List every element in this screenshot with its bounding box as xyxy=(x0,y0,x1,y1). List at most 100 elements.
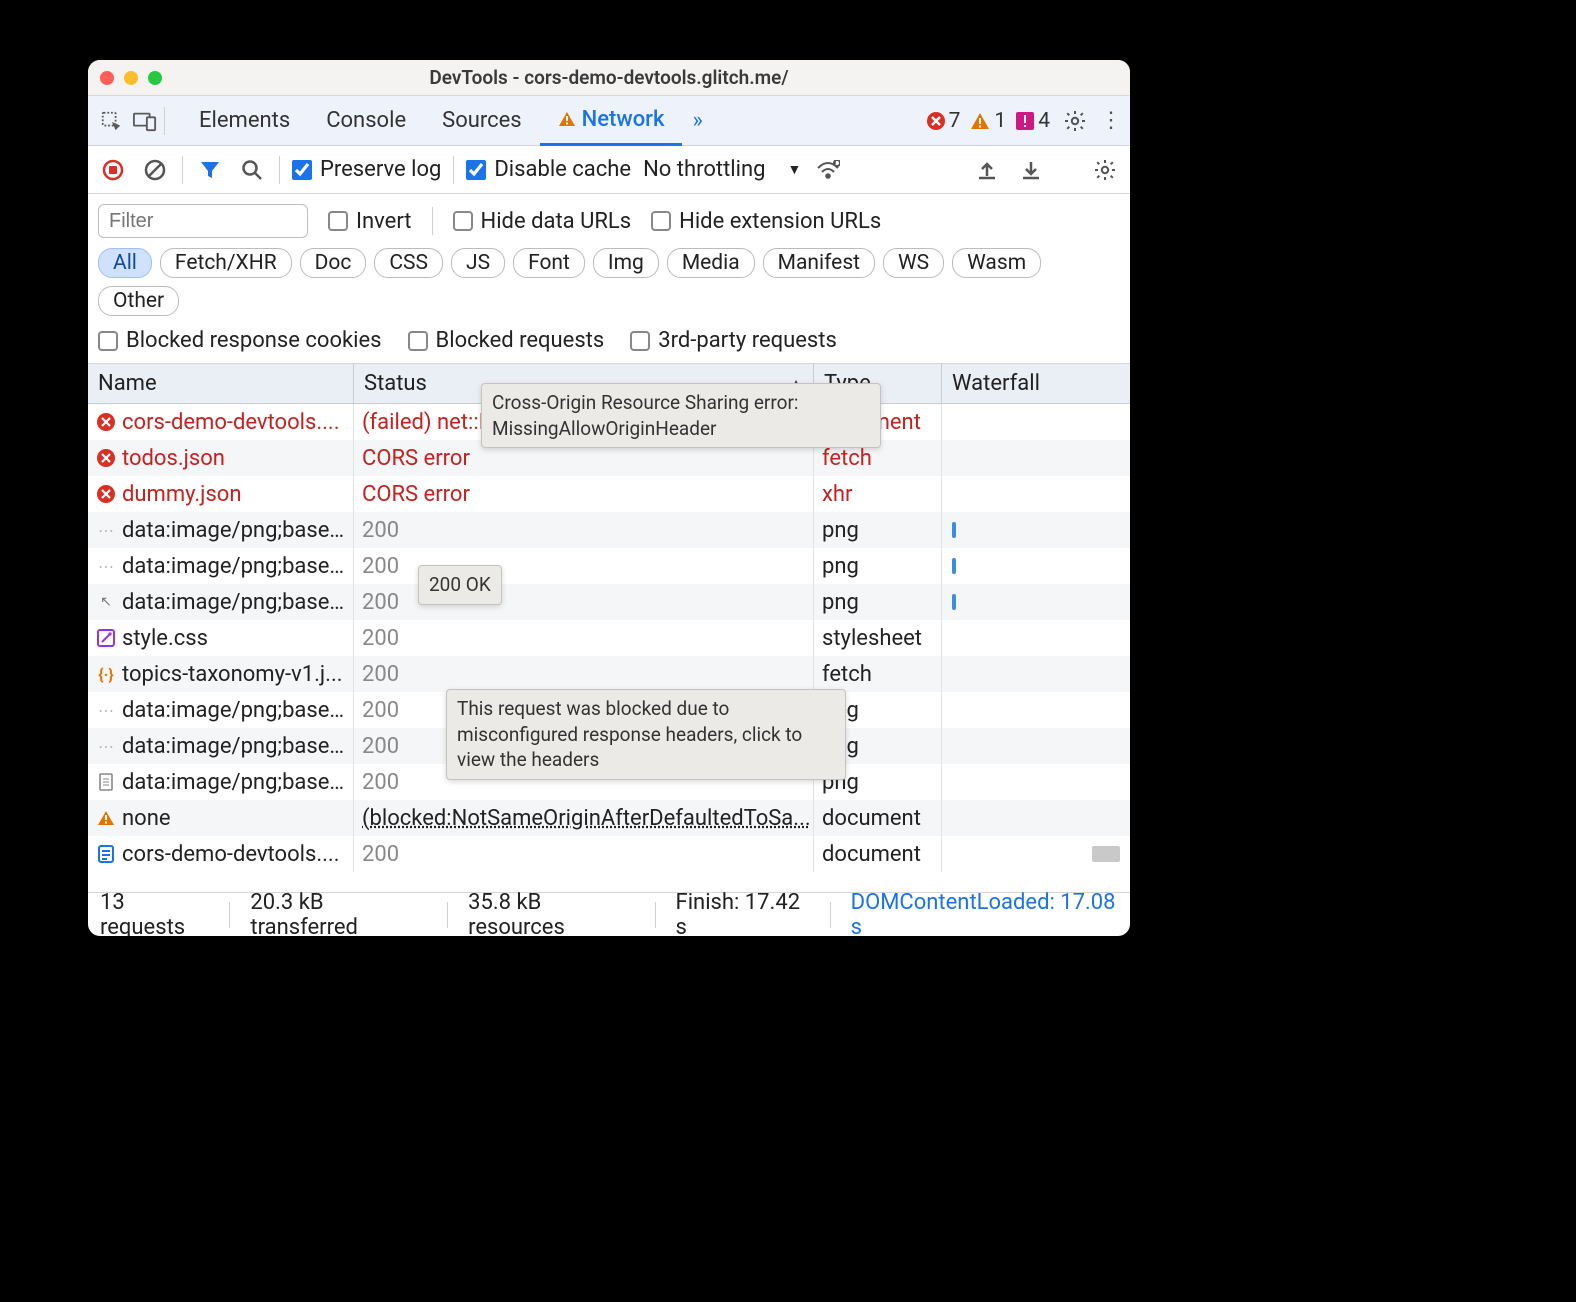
error-icon xyxy=(96,413,116,431)
blocked-requests-checkbox[interactable]: Blocked requests xyxy=(408,328,605,353)
request-status: CORS error xyxy=(362,482,470,507)
cursor-icon: ↖ xyxy=(96,594,116,610)
chip-img[interactable]: Img xyxy=(593,248,659,278)
more-icon[interactable]: ⋮ xyxy=(1100,108,1122,133)
hide-ext-urls-checkbox[interactable]: Hide extension URLs xyxy=(651,209,881,234)
panel-tabstrip: ElementsConsoleSourcesNetwork » 7 1 4 ⋮ xyxy=(88,96,1130,146)
filter-icon[interactable] xyxy=(195,155,225,185)
chip-media[interactable]: Media xyxy=(667,248,755,278)
request-status: 200 xyxy=(362,698,399,723)
tooltip-blocked: This request was blocked due to misconfi… xyxy=(446,689,846,780)
network-toolbar: Preserve log Disable cache No throttling… xyxy=(88,146,1130,194)
record-button[interactable] xyxy=(98,155,128,185)
request-name: cors-demo-devtools.... xyxy=(122,410,340,435)
dash-icon: ⋯ xyxy=(96,557,116,576)
chip-ws[interactable]: WS xyxy=(883,248,944,278)
table-row[interactable]: ⋯data:image/png;base...200png xyxy=(88,512,1130,548)
table-row[interactable]: ↖data:image/png;base...200png xyxy=(88,584,1130,620)
tab-console[interactable]: Console xyxy=(308,96,424,146)
table-row[interactable]: none(blocked:NotSameOriginAfterDefaulted… xyxy=(88,800,1130,836)
throttling-select[interactable]: No throttling ▼ xyxy=(643,157,801,182)
filter-input[interactable] xyxy=(98,204,308,238)
resource-type-chips: All Fetch/XHR DocCSS JS Font Img Media Manifest… xyxy=(88,242,1130,322)
blocked-cookies-checkbox[interactable]: Blocked response cookies xyxy=(98,328,382,353)
invert-checkbox[interactable]: Invert xyxy=(328,209,412,234)
preserve-log-checkbox[interactable]: Preserve log xyxy=(292,157,441,182)
request-status: 200 xyxy=(362,626,399,651)
table-row[interactable]: style.css200stylesheet xyxy=(88,620,1130,656)
footer-dcl[interactable]: DOMContentLoaded: 17.08 s xyxy=(851,890,1118,937)
inspect-icon[interactable] xyxy=(96,106,126,136)
json-icon: {·} xyxy=(96,665,116,684)
request-type: fetch xyxy=(822,446,872,471)
chevron-down-icon: ▼ xyxy=(787,161,801,178)
chip-fetch-xhr[interactable]: Fetch/XHR xyxy=(160,248,292,278)
chip-font[interactable]: Font xyxy=(513,248,585,278)
hide-data-urls-checkbox[interactable]: Hide data URLs xyxy=(453,209,632,234)
request-type: xhr xyxy=(822,482,853,507)
waterfall-cell xyxy=(942,476,1130,512)
chip-css[interactable]: CSS xyxy=(374,248,443,278)
request-status: 200 xyxy=(362,590,399,615)
chip-all[interactable]: All xyxy=(98,248,152,278)
footer-finish: Finish: 17.42 s xyxy=(676,890,810,937)
table-row[interactable]: ⋯data:image/png;base...200png xyxy=(88,548,1130,584)
request-name: data:image/png;base... xyxy=(122,770,345,795)
minimize-icon[interactable] xyxy=(124,71,138,85)
error-icon xyxy=(927,112,945,130)
waterfall-cell xyxy=(942,800,1130,836)
chip-doc[interactable]: Doc xyxy=(300,248,367,278)
maximize-icon[interactable] xyxy=(148,71,162,85)
third-party-checkbox[interactable]: 3rd-party requests xyxy=(630,328,837,353)
waterfall-cell xyxy=(942,656,1130,692)
error-icon xyxy=(96,449,116,467)
warning-icon xyxy=(970,112,990,130)
tooltip-cors-error: Cross-Origin Resource Sharing error: Mis… xyxy=(481,383,881,448)
chip-other[interactable]: Other xyxy=(98,286,179,316)
footer-transferred: 20.3 kB transferred xyxy=(250,890,427,937)
device-toggle-icon[interactable] xyxy=(130,106,160,136)
footer-requests: 13 requests xyxy=(100,890,209,937)
request-type: stylesheet xyxy=(822,626,922,651)
separator xyxy=(432,207,433,235)
tab-network[interactable]: Network xyxy=(540,96,683,146)
separator xyxy=(655,902,656,928)
table-row[interactable]: {·}topics-taxonomy-v1.j...200fetch xyxy=(88,656,1130,692)
request-type: fetch xyxy=(822,662,872,687)
more-panels-icon[interactable]: » xyxy=(692,108,702,133)
request-name: todos.json xyxy=(122,446,225,471)
clear-button[interactable] xyxy=(140,155,170,185)
chip-manifest[interactable]: Manifest xyxy=(763,248,875,278)
close-icon[interactable] xyxy=(100,71,114,85)
upload-har-icon[interactable] xyxy=(972,155,1002,185)
tooltip-200-ok: 200 OK xyxy=(418,565,502,605)
chip-js[interactable]: JS xyxy=(451,248,505,278)
request-name: data:image/png;base... xyxy=(122,554,345,579)
tab-elements[interactable]: Elements xyxy=(181,96,308,146)
file-icon xyxy=(96,773,116,791)
network-conditions-icon[interactable] xyxy=(813,155,843,185)
network-settings-icon[interactable] xyxy=(1090,155,1120,185)
disable-cache-checkbox[interactable]: Disable cache xyxy=(466,157,631,182)
chip-wasm[interactable]: Wasm xyxy=(952,248,1041,278)
settings-icon[interactable] xyxy=(1060,106,1090,136)
issue-icon xyxy=(1016,112,1034,130)
request-status: 200 xyxy=(362,734,399,759)
search-icon[interactable] xyxy=(237,155,267,185)
request-status: CORS error xyxy=(362,446,470,471)
traffic-lights[interactable] xyxy=(100,71,162,85)
waterfall-cell xyxy=(942,620,1130,656)
tab-sources[interactable]: Sources xyxy=(424,96,540,146)
table-row[interactable]: dummy.jsonCORS errorxhr xyxy=(88,476,1130,512)
col-waterfall[interactable]: Waterfall xyxy=(942,364,1130,403)
request-name: topics-taxonomy-v1.j... xyxy=(122,662,343,687)
table-row[interactable]: cors-demo-devtools....200document xyxy=(88,836,1130,872)
issues-count[interactable]: 4 xyxy=(1016,109,1050,133)
waterfall-cell xyxy=(942,548,1130,584)
warning-count[interactable]: 1 xyxy=(970,109,1006,133)
col-name[interactable]: Name xyxy=(88,364,354,403)
filter-row: Invert Hide data URLs Hide extension URL… xyxy=(88,194,1130,242)
error-count[interactable]: 7 xyxy=(927,109,961,133)
download-har-icon[interactable] xyxy=(1016,155,1046,185)
warning-icon xyxy=(558,111,576,127)
